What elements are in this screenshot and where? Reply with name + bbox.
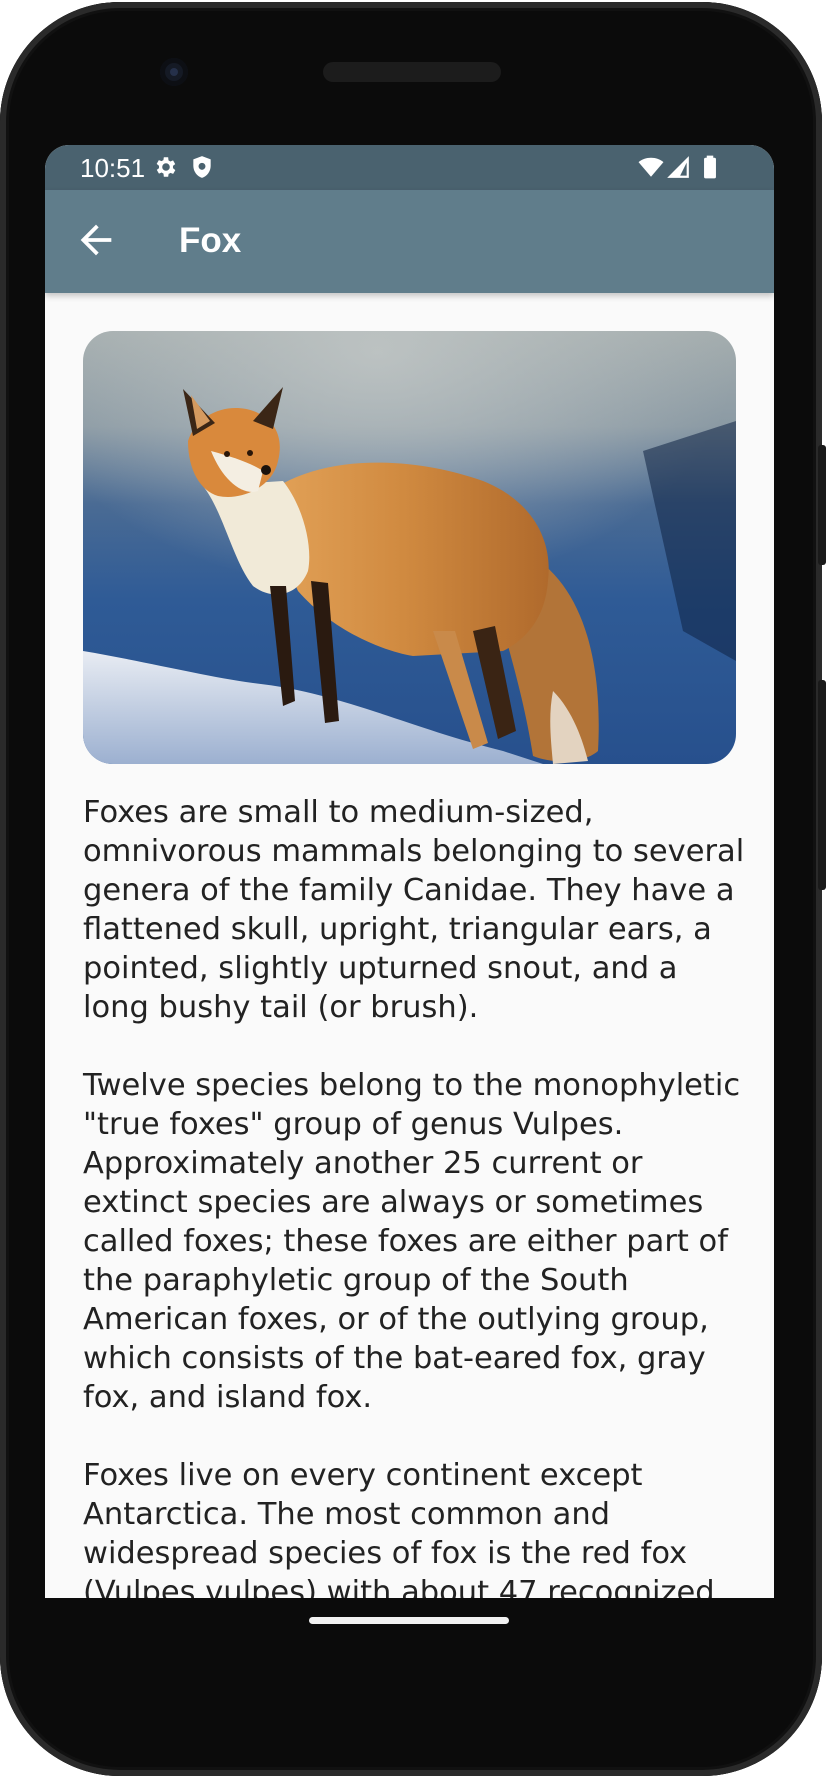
wifi-icon (638, 154, 664, 180)
device-page: 10:51 Fox Foxes are small to medium-size… (0, 0, 827, 1780)
status-time: 10:51 (80, 153, 146, 183)
app-bar: Fox (45, 190, 774, 293)
arrow-back-icon[interactable] (73, 217, 119, 263)
app-screen: 10:51 Fox Foxes are small to medium-size… (45, 145, 774, 1598)
volume-button (818, 445, 826, 565)
home-indicator[interactable] (309, 1617, 509, 1624)
status-bar: 10:51 (45, 145, 774, 190)
earpiece-speaker (323, 62, 501, 82)
front-camera (160, 58, 188, 86)
gear-icon (153, 154, 179, 180)
article-text: Foxes are small to medium-sized, omnivor… (83, 793, 749, 1598)
paragraph: Foxes are small to medium-sized, omnivor… (83, 795, 745, 1025)
power-button (818, 680, 826, 890)
fox-image (83, 331, 736, 764)
signal-icon (665, 154, 691, 180)
article-content[interactable]: Foxes are small to medium-sized, omnivor… (45, 293, 774, 1598)
shield-icon (189, 154, 215, 180)
page-title: Fox (179, 221, 242, 260)
battery-icon (697, 154, 723, 180)
paragraph: Twelve species belong to the monophyleti… (83, 1068, 741, 1415)
paragraph: Foxes live on every continent except Ant… (83, 1458, 715, 1598)
